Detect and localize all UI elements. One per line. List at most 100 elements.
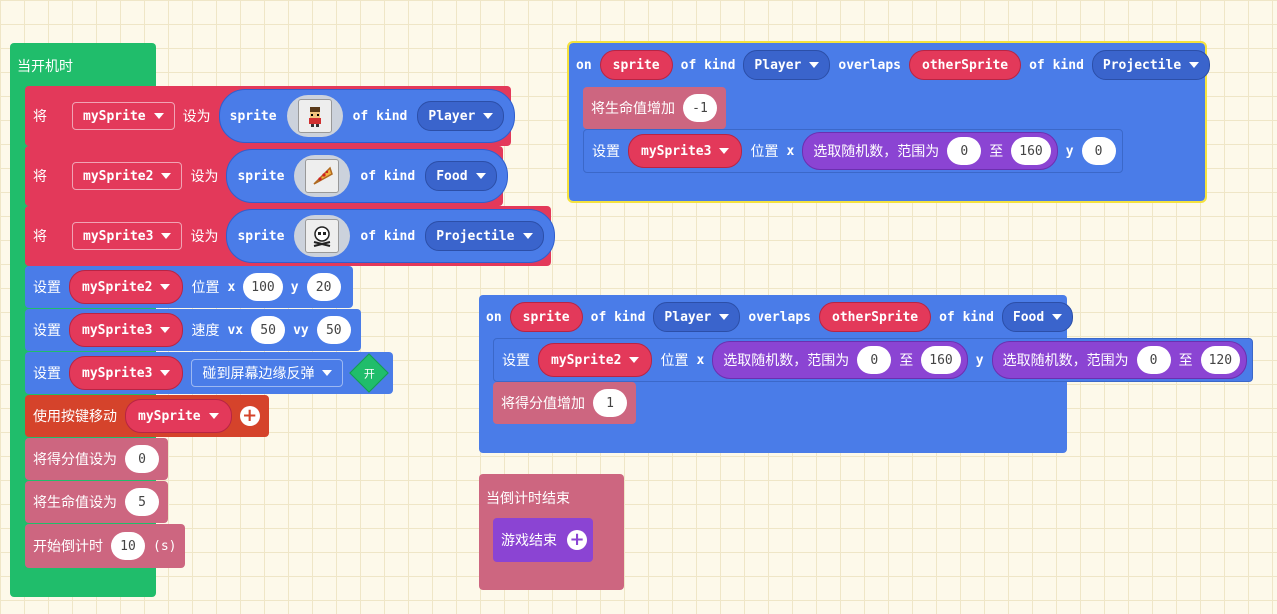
set-flag-block[interactable]: 设置 mySprite3 碰到屏幕边缘反弹 开 xyxy=(25,352,393,394)
x-value-input[interactable]: 100 xyxy=(243,273,283,301)
set-label: 将 xyxy=(33,169,47,185)
random-to-input[interactable]: 120 xyxy=(1200,346,1241,374)
change-score-block[interactable]: 将得分值增加 1 xyxy=(493,382,636,424)
move-with-buttons-block[interactable]: 使用按键移动 mySprite + xyxy=(25,395,269,437)
score-value-input[interactable]: 0 xyxy=(125,445,159,473)
life-value-input[interactable]: 5 xyxy=(125,488,159,516)
set-position-random-block[interactable]: 设置 mySprite2 位置 x 选取随机数，范围为 0 至 160 y 选取… xyxy=(493,338,1253,382)
chevron-down-icon xyxy=(153,113,164,119)
sprite-image-picker[interactable] xyxy=(294,155,351,197)
set-sprite-block-1[interactable]: 将 mySprite 设为 sprite of kind Player xyxy=(25,86,516,146)
random-range-block[interactable]: 选取随机数，范围为 0 至 160 xyxy=(802,132,1058,170)
sprite-var-pill[interactable]: sprite xyxy=(599,50,673,80)
kind-dropdown[interactable]: Player xyxy=(653,302,741,332)
seconds-unit-label: (s) xyxy=(153,538,177,554)
create-sprite-block[interactable]: sprite of kind Food xyxy=(226,149,508,203)
chevron-down-icon xyxy=(629,357,640,363)
set-position-block[interactable]: 设置 mySprite2 位置 x 100 y 20 xyxy=(25,266,353,308)
vx-label: vx xyxy=(227,322,244,338)
pizza-sprite-image-icon xyxy=(305,159,340,193)
vy-label: vy xyxy=(293,322,309,338)
variable-dropdown[interactable]: mySprite3 xyxy=(628,134,743,168)
random-from-input[interactable]: 0 xyxy=(947,137,982,165)
random-to-input[interactable]: 160 xyxy=(1011,137,1051,165)
x-label: x xyxy=(227,279,236,295)
other-sprite-pill[interactable]: otherSprite xyxy=(909,50,1022,80)
overlap-food-header: on sprite of kind Player overlaps otherS… xyxy=(486,300,1074,334)
y-value-input[interactable]: 0 xyxy=(1081,137,1116,165)
move-label: 使用按键移动 xyxy=(33,409,117,425)
create-sprite-block[interactable]: sprite of kind Projectile xyxy=(226,209,555,263)
start-countdown-block[interactable]: 开始倒计时 10 (s) xyxy=(25,524,185,568)
set-to-label: 设为 xyxy=(182,109,211,125)
chevron-down-icon xyxy=(719,314,730,320)
set-score-block[interactable]: 将得分值设为 0 xyxy=(25,438,168,480)
set-to-label: 设为 xyxy=(190,169,219,185)
variable-dropdown[interactable]: mySprite2 xyxy=(69,270,184,304)
random-range-block-x[interactable]: 选取随机数，范围为 0 至 160 xyxy=(712,341,968,379)
skull-sprite-image-icon xyxy=(305,219,340,253)
kind-dropdown[interactable]: Player xyxy=(743,50,831,80)
other-sprite-pill[interactable]: otherSprite xyxy=(819,302,932,332)
chevron-down-icon xyxy=(809,62,820,68)
chevron-down-icon xyxy=(1189,62,1200,68)
set-label: 设置 xyxy=(33,280,61,296)
chevron-down-icon xyxy=(160,284,171,290)
variable-dropdown[interactable]: mySprite2 xyxy=(538,343,653,377)
random-to-input[interactable]: 160 xyxy=(921,346,961,374)
random-range-block-y[interactable]: 选取随机数，范围为 0 至 120 xyxy=(991,341,1248,379)
countdown-end-label: 当倒计时结束 xyxy=(486,491,570,507)
variable-dropdown[interactable]: mySprite3 xyxy=(69,313,184,347)
property-label: 速度 xyxy=(191,323,220,339)
score-change-input[interactable]: 1 xyxy=(593,389,627,417)
chevron-down-icon xyxy=(160,327,171,333)
set-velocity-block[interactable]: 设置 mySprite3 速度 vx 50 vy 50 xyxy=(25,309,361,351)
chevron-down-icon xyxy=(322,370,333,376)
chevron-down-icon xyxy=(522,233,533,239)
sprite-image-picker[interactable] xyxy=(294,215,351,257)
change-life-block[interactable]: 将生命值增加 -1 xyxy=(583,87,726,129)
on-off-toggle[interactable]: 开 xyxy=(349,353,390,393)
kind-dropdown[interactable]: Food xyxy=(425,161,497,191)
set-life-block[interactable]: 将生命值设为 5 xyxy=(25,481,168,523)
life-change-input[interactable]: -1 xyxy=(683,94,717,122)
variable-dropdown[interactable]: mySprite2 xyxy=(72,162,183,190)
chevron-down-icon xyxy=(161,173,172,179)
sprite-image-picker[interactable] xyxy=(286,95,343,137)
variable-dropdown[interactable]: mySprite3 xyxy=(72,222,183,250)
property-label: 位置 xyxy=(191,280,220,296)
on-start-label: 当开机时 xyxy=(17,59,73,75)
variable-dropdown[interactable]: mySprite3 xyxy=(69,356,184,390)
set-position-random-block[interactable]: 设置 mySprite3 位置 x 选取随机数，范围为 0 至 160 y 0 xyxy=(583,129,1123,173)
set-sprite-block-3[interactable]: 将 mySprite3 设为 sprite of kind Projectile xyxy=(25,206,555,266)
game-over-block[interactable]: 游戏结束 + xyxy=(493,518,593,562)
kind-dropdown[interactable]: Food xyxy=(1001,302,1074,332)
flag-dropdown[interactable]: 碰到屏幕边缘反弹 xyxy=(191,359,344,387)
vx-value-input[interactable]: 50 xyxy=(251,316,286,344)
set-label: 将 xyxy=(33,229,47,245)
sprite-var-pill[interactable]: sprite xyxy=(509,302,583,332)
chevron-down-icon xyxy=(161,233,172,239)
kind-dropdown[interactable]: Projectile xyxy=(1091,50,1211,80)
countdown-value-input[interactable]: 10 xyxy=(111,532,145,560)
expand-plus-icon[interactable]: + xyxy=(239,406,260,426)
variable-dropdown[interactable]: mySprite xyxy=(125,399,232,433)
chevron-down-icon xyxy=(1052,314,1063,320)
kind-dropdown[interactable]: Projectile xyxy=(425,221,544,251)
countdown-label: 开始倒计时 xyxy=(33,539,103,555)
create-sprite-block[interactable]: sprite of kind Player xyxy=(218,89,516,143)
variable-dropdown[interactable]: mySprite xyxy=(72,102,175,130)
set-label: 设置 xyxy=(33,366,61,382)
chevron-down-icon xyxy=(719,148,730,154)
set-to-label: 设为 xyxy=(190,229,219,245)
set-score-label: 将得分值设为 xyxy=(33,452,117,468)
expand-plus-icon[interactable]: + xyxy=(567,530,587,550)
overlap-projectile-header: on sprite of kind Player overlaps otherS… xyxy=(576,48,1211,82)
set-life-label: 将生命值设为 xyxy=(33,495,117,511)
y-value-input[interactable]: 20 xyxy=(306,273,341,301)
set-sprite-block-2[interactable]: 将 mySprite2 设为 sprite of kind Food xyxy=(25,146,508,206)
random-from-input[interactable]: 0 xyxy=(857,346,892,374)
vy-value-input[interactable]: 50 xyxy=(316,316,351,344)
random-from-input[interactable]: 0 xyxy=(1136,346,1171,374)
kind-dropdown[interactable]: Player xyxy=(417,101,505,131)
